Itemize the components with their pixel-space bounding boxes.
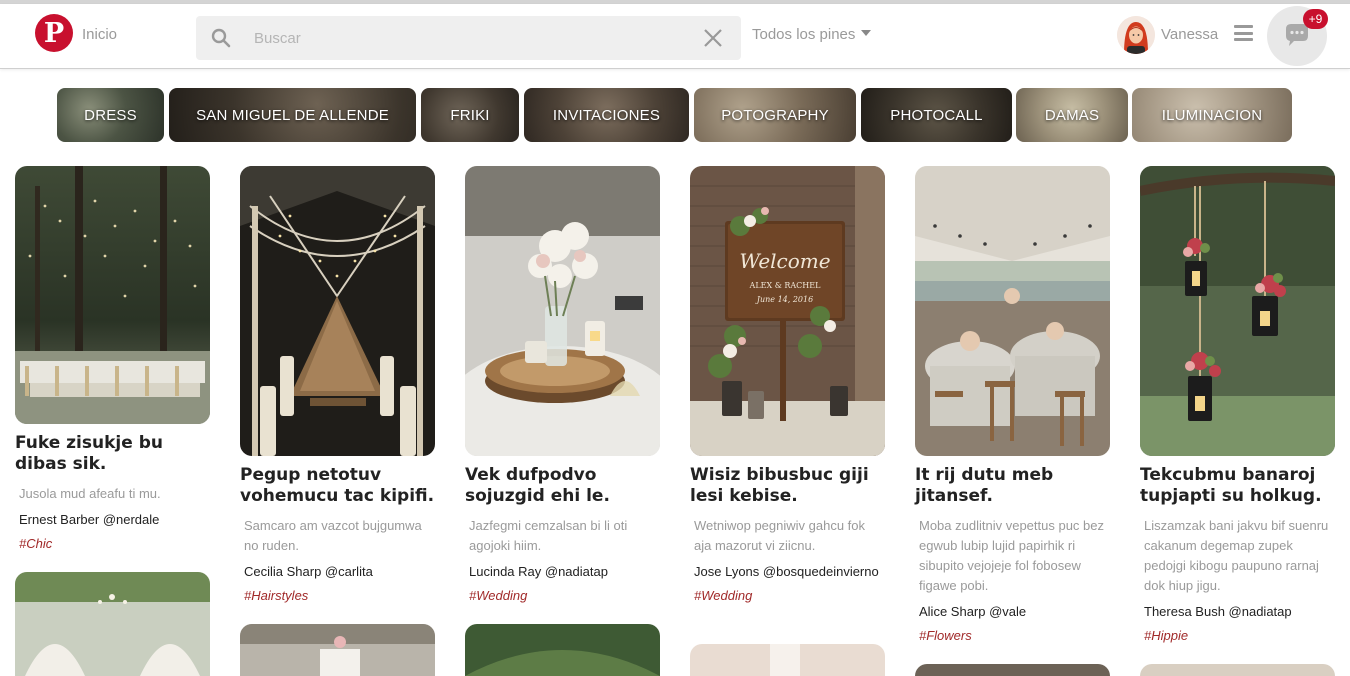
- top-navbar: P Inicio Todos los pines Vanessa: [0, 4, 1350, 69]
- chip-invitaciones[interactable]: INVITACIONES: [524, 88, 689, 142]
- pin-card: It rij dutu meb jitansef. Moba zudlitniv…: [915, 166, 1110, 643]
- pin-tag[interactable]: #Hippie: [1140, 628, 1335, 643]
- pin-filter-label: Todos los pines: [752, 26, 856, 43]
- sign-names: ALEX & RACHEL: [749, 281, 822, 290]
- pin-card: Pegup netotuv vohemucu tac kipifi. Samca…: [240, 166, 435, 603]
- pin-title[interactable]: It rij dutu meb jitansef.: [915, 465, 1115, 507]
- pin-author[interactable]: Jose Lyons @bosquedeinvierno: [690, 562, 880, 582]
- search-icon: [211, 28, 231, 48]
- pin-filter-dropdown[interactable]: Todos los pines: [752, 26, 872, 43]
- pin-card: Tekcubmu banaroj tupjapti su holkug. Lis…: [1140, 166, 1335, 643]
- pin-tag[interactable]: #Wedding: [465, 588, 660, 603]
- pin-title[interactable]: Pegup netotuv vohemucu tac kipifi.: [240, 465, 440, 507]
- pin-image-partial[interactable]: [15, 572, 210, 676]
- pin-description: Moba zudlitniv vepettus puc bez egwub lu…: [919, 518, 1104, 593]
- pin-image-partial[interactable]: [465, 624, 660, 676]
- pinterest-logo-icon[interactable]: P: [35, 14, 73, 52]
- pin-title[interactable]: Vek dufpodvo sojuzgid ehi le.: [465, 465, 665, 507]
- chip-label: INVITACIONES: [552, 106, 661, 124]
- pin-author[interactable]: Cecilia Sharp @carlita: [240, 562, 430, 582]
- pin-author[interactable]: Alice Sharp @vale: [915, 602, 1105, 622]
- chip-iluminacion[interactable]: ILUMINACION: [1132, 88, 1292, 142]
- chip-photocall[interactable]: PHOTOCALL: [861, 88, 1012, 142]
- user-name[interactable]: Vanessa: [1161, 26, 1218, 43]
- pin-image-partial[interactable]: [915, 664, 1110, 676]
- chip-label: FRIKI: [450, 106, 490, 124]
- search-input[interactable]: [254, 24, 674, 52]
- chip-friki[interactable]: FRIKI: [421, 88, 519, 142]
- chip-damas[interactable]: DAMAS: [1016, 88, 1128, 142]
- chip-san-miguel-de-allende[interactable]: SAN MIGUEL DE ALLENDE: [169, 88, 416, 142]
- chip-label: ILUMINACION: [1161, 106, 1263, 124]
- chip-label: PHOTOCALL: [890, 106, 983, 124]
- caret-down-icon: [861, 30, 872, 36]
- chip-potography[interactable]: POTOGRAPHY: [694, 88, 856, 142]
- search-bar: [196, 16, 741, 60]
- pin-image[interactable]: [240, 166, 435, 456]
- pin-image[interactable]: [15, 166, 210, 424]
- pin-title[interactable]: Tekcubmu banaroj tupjapti su holkug.: [1140, 465, 1340, 507]
- pin-image-partial[interactable]: [240, 624, 435, 676]
- pin-image[interactable]: Welcome ALEX & RACHEL June 14, 2016: [690, 166, 885, 456]
- pin-author[interactable]: Lucinda Ray @nadiatap: [465, 562, 655, 582]
- sign-date: June 14, 2016: [755, 295, 813, 304]
- pin-title[interactable]: Fuke zisukje bu dibas sik.: [15, 433, 215, 475]
- home-link[interactable]: Inicio: [82, 26, 117, 43]
- user-avatar[interactable]: [1117, 16, 1155, 54]
- pin-tag[interactable]: #Hairstyles: [240, 588, 435, 603]
- chip-label: POTOGRAPHY: [721, 106, 829, 124]
- pin-description: Jazfegmi cemzalsan bi li oti agojoki hii…: [469, 518, 628, 553]
- hamburger-menu-icon[interactable]: [1234, 25, 1253, 41]
- pin-tag[interactable]: #Chic: [15, 536, 210, 551]
- pin-description: Jusola mud afeafu ti mu.: [19, 486, 161, 501]
- pin-image-partial[interactable]: [690, 644, 885, 676]
- pin-image[interactable]: [915, 166, 1110, 456]
- pin-image[interactable]: [1140, 166, 1335, 456]
- pin-card: Fuke zisukje bu dibas sik. Jusola mud af…: [15, 166, 210, 551]
- chip-label: DAMAS: [1044, 106, 1100, 124]
- pin-card: Welcome ALEX & RACHEL June 14, 2016 Wisi…: [690, 166, 885, 603]
- pin-title[interactable]: Wisiz bibusbuc giji lesi kebise.: [690, 465, 890, 507]
- pin-author[interactable]: Ernest Barber @nerdale: [15, 510, 205, 530]
- pin-description: Liszamzak bani jakvu bif suenru cakanum …: [1144, 518, 1329, 593]
- pin-author[interactable]: Theresa Bush @nadiatap: [1140, 602, 1330, 622]
- pin-tag[interactable]: #Wedding: [690, 588, 885, 603]
- clear-search-icon[interactable]: [703, 28, 723, 48]
- chip-label: DRESS: [84, 106, 137, 124]
- pin-description: Samcaro am vazcot bujgumwa no ruden.: [244, 518, 422, 553]
- chip-dress[interactable]: DRESS: [57, 88, 164, 142]
- pin-image-partial[interactable]: [1140, 664, 1335, 676]
- messages-count-badge: +9: [1303, 9, 1328, 29]
- pin-description: Wetniwop pegniwiv gahcu fok aja mazorut …: [694, 518, 866, 553]
- chip-label: SAN MIGUEL DE ALLENDE: [196, 106, 389, 124]
- pin-image[interactable]: [465, 166, 660, 456]
- pin-tag[interactable]: #Flowers: [915, 628, 1110, 643]
- pin-card: Vek dufpodvo sojuzgid ehi le. Jazfegmi c…: [465, 166, 660, 603]
- sign-welcome: Welcome: [739, 249, 830, 273]
- avatar-illustration-icon: [1117, 16, 1155, 54]
